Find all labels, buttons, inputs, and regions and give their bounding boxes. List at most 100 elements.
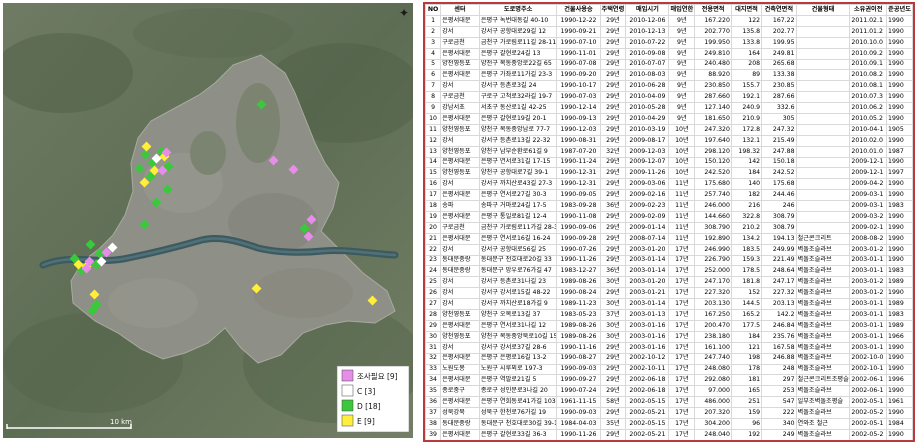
cell-col-house-age: 35년 [599,417,627,430]
cell-col-address: 동대문구 천호대로20길 33 [478,254,558,267]
cell-col-no: 21 [425,232,442,245]
cell-col-exclusive-area: 308.790 [694,221,732,234]
header-col-completion-year: 준공년도 [886,4,913,16]
cell-col-address: 서초구 동산로1길 42-25 [478,102,558,115]
cell-col-center: 구로금천 [440,221,480,234]
cell-col-building-type: 벽돌조슬라브 [795,407,851,419]
cell-col-exclusive-area: 175.680 [694,178,732,191]
cell-col-center: 은평서대문 [440,189,480,202]
cell-col-house-age: 30년 [599,319,627,332]
cell-col-exclusive-area: 257.740 [694,189,732,202]
cell-col-purchase-date: 2002-05-15 [625,396,670,409]
cell-col-land-area: 178.5 [730,265,763,278]
cell-col-approval-date: 1990-07-10 [556,36,601,49]
cell-col-approval-date: 1990-09-27 [556,374,601,387]
cell-col-ownership-transfer: 2003-01-1 [849,298,888,311]
cell-col-completion-year: 1989 [886,276,913,289]
cell-col-exclusive-area: 246.990 [694,243,732,256]
cell-col-exclusive-area: 144.660 [694,211,732,223]
cell-col-exclusive-area: 252.000 [694,265,732,278]
cell-col-land-area: 144.5 [730,298,763,311]
cell-col-approval-date: 1983-12-27 [556,265,601,278]
cell-col-approval-date: 1990-07-08 [556,58,601,71]
cell-col-approval-date: 1989-08-26 [556,330,601,343]
cell-col-house-age: 29년 [599,167,627,180]
cell-col-center: 강서 [440,341,480,354]
cell-col-house-age: 29년 [599,178,627,191]
cell-col-house-age: 29년 [599,123,627,136]
cell-col-completion-year: 1961 [886,396,913,409]
cell-col-no: 31 [425,341,442,354]
table-row: 8 구로금천 구로구 고척로32라길 19-7 1990-07-03 29년 2010-0… [425,91,913,104]
cell-col-no: 33 [425,363,442,376]
cell-col-center: 은평서대문 [440,113,480,125]
cell-col-house-age: 30년 [599,298,627,311]
cell-col-purchase-years: 17년 [668,385,696,398]
cell-col-purchase-years: 9년 [668,58,696,71]
cell-col-center: 은평서대문 [440,69,480,82]
cell-col-purchase-date: 2010-03-19 [625,123,670,136]
cell-col-house-age: 29년 [599,221,627,234]
cell-col-no: 25 [425,276,442,289]
cell-col-purchase-date: 2003-01-16 [625,319,670,332]
legend-label: 조사필요 [9] [357,371,398,381]
cell-col-purchase-years: 17년 [668,417,696,430]
header-col-building-type: 건물형태 [795,4,851,16]
cell-col-completion-year: 1983 [886,200,913,213]
cell-col-building-type: 철근콘크리트조평슬 [795,374,851,387]
cell-col-address: 은평구 연서로27길 30-3 [478,189,558,202]
cell-col-purchase-date: 2008-07-14 [625,232,670,245]
cell-col-floor-area: 167.58 [761,341,797,354]
cell-col-land-area: 210.2 [730,221,763,234]
cell-col-purchase-years: 17년 [668,265,696,278]
cell-col-ownership-transfer: 2010.01.0 [849,145,888,158]
table-row: 37 성북강북 성북구 한천로76가길 19 1990-09-03 29년 2002-05… [425,407,913,419]
cell-col-building-type [795,58,851,71]
cell-col-completion-year: 1905 [886,123,913,136]
cell-col-floor-area: 167.22 [761,15,797,27]
cell-col-purchase-years: 17년 [668,407,696,419]
cell-col-ownership-transfer: 2011.02.1 [849,15,888,27]
cell-col-house-age: 36년 [599,265,627,278]
cell-col-center: 동대문중랑 [440,254,480,267]
cell-col-address: 은평구 갈현로19길 20-1 [478,113,558,125]
cell-col-house-age: 29년 [599,15,627,27]
cell-col-building-type: 벽돌조슬라브 [795,341,851,354]
cell-col-house-age: 29년 [599,374,627,387]
cell-col-land-area: 198.32 [730,145,763,158]
cell-col-purchase-years: 17년 [668,287,696,300]
cell-col-floor-area: 175.68 [761,178,797,191]
cell-col-house-age: 36년 [599,200,627,213]
cell-col-house-age: 29년 [599,341,627,354]
cell-col-building-type [795,80,851,93]
cell-col-floor-area: 249.81 [761,47,797,60]
cell-col-purchase-date: 2002-10-11 [625,363,670,376]
cell-col-center: 동대문중랑 [440,417,480,430]
cell-col-center: 성북강북 [440,407,480,419]
cell-col-approval-date: 1990-07-24 [556,385,601,398]
cell-col-completion-year: 1990 [886,113,913,125]
cell-col-completion-year: 1990 [886,15,913,27]
cell-col-center: 구로금천 [440,91,480,104]
cell-col-address: 양천구 목동중앙로22길 65 [478,58,558,71]
cell-col-no: 14 [425,156,442,169]
cell-col-center: 은평서대문 [440,374,480,387]
table-row: 1 은평서대문 은평구 녹번대동길 40-10 1990-12-22 29년 2010-1… [425,15,913,27]
cell-col-completion-year: 1990 [886,80,913,93]
cell-col-purchase-date: 2003-01-21 [625,287,670,300]
cell-col-no: 37 [425,407,442,419]
cell-col-house-age: 29년 [599,211,627,223]
cell-col-ownership-transfer: 2011.01.2 [849,25,888,38]
cell-col-approval-date: 1990-10-17 [556,80,601,93]
header-col-no: NO [425,4,442,16]
cell-col-purchase-date: 2009-12-07 [625,156,670,169]
cell-col-floor-area: 247.17 [761,276,797,289]
cell-col-center: 양천영등포 [440,58,480,71]
cell-col-approval-date: 1990-12-31 [556,167,601,180]
cell-col-center: 종로중구 [440,385,480,398]
cell-col-land-area: 165 [730,385,763,398]
table-row: 11 양천영등포 양천구 목동중앙남로 77-7 1990-12-03 29년 2010-… [425,123,913,136]
cell-col-completion-year: 1990 [886,407,913,419]
header-col-address: 도로명주소 [478,4,558,16]
cell-col-land-area: 172.8 [730,123,763,136]
